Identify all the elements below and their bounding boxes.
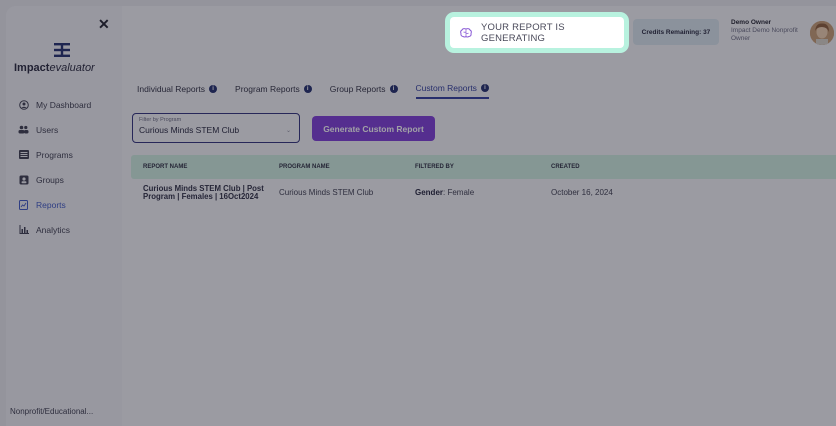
filter-key: Gender	[415, 188, 444, 197]
avatar[interactable]	[810, 21, 834, 45]
tab-group-reports[interactable]: Group Reports i	[330, 82, 398, 99]
user-circle-icon	[18, 99, 29, 110]
org-type-footer[interactable]: Nonprofit/Educational...	[10, 407, 93, 416]
filter-value: Curious Minds STEM Club	[139, 125, 240, 135]
close-icon[interactable]: ✕	[98, 16, 110, 33]
group-box-icon	[18, 174, 29, 185]
report-tabs: Individual Reports i Program Reports i G…	[137, 82, 507, 99]
sidebar-item-label: Reports	[36, 199, 66, 210]
sidebar-item-label: My Dashboard	[36, 99, 92, 110]
column-header-report-name[interactable]: REPORT NAME	[143, 155, 187, 179]
program-filter-select[interactable]: Filter by Program Curious Minds STEM Clu…	[132, 113, 300, 143]
sidebar-item-groups[interactable]: Groups	[18, 167, 91, 192]
column-header-created[interactable]: CREATED	[551, 155, 580, 179]
generate-custom-report-button[interactable]: Generate Custom Report	[312, 116, 435, 141]
tab-program-reports[interactable]: Program Reports i	[235, 82, 312, 99]
logo-icon	[54, 43, 70, 57]
tab-label: Custom Reports	[415, 83, 477, 93]
info-icon[interactable]: i	[303, 85, 312, 93]
sidebar: ✕ Impactevaluator My Dashboard Users Pro…	[6, 6, 122, 426]
info-icon[interactable]: i	[480, 84, 489, 92]
report-generating-notification: YOUR REPORT IS GENERATING	[445, 12, 629, 53]
report-icon	[18, 199, 29, 210]
tab-label: Group Reports	[329, 84, 386, 94]
sidebar-item-reports[interactable]: Reports	[18, 192, 91, 217]
table-header: REPORT NAME PROGRAM NAME FILTERED BY CRE…	[131, 155, 836, 179]
tab-label: Program Reports	[235, 84, 300, 94]
sidebar-item-label: Groups	[36, 174, 64, 185]
sidebar-item-label: Users	[36, 124, 59, 135]
sidebar-nav: My Dashboard Users Programs Groups Repor…	[18, 92, 91, 242]
app-window: ✕ Impactevaluator My Dashboard Users Pro…	[6, 6, 836, 426]
program-name-cell: Curious Minds STEM Club	[279, 188, 374, 197]
report-name-cell[interactable]: Curious Minds STEM Club | Post Program |…	[143, 185, 271, 201]
sidebar-item-programs[interactable]: Programs	[18, 142, 91, 167]
tab-custom-reports[interactable]: Custom Reports i	[415, 82, 489, 99]
users-icon	[18, 124, 29, 135]
user-info[interactable]: Demo Owner Impact Demo Nonprofit Owner	[731, 19, 798, 43]
user-name: Demo Owner	[731, 19, 772, 26]
column-header-program-name[interactable]: PROGRAM NAME	[279, 155, 330, 179]
table-row[interactable]: Curious Minds STEM Club | Post Program |…	[131, 179, 836, 209]
user-role: Owner	[731, 35, 751, 42]
user-org: Impact Demo Nonprofit	[731, 27, 798, 34]
sidebar-item-label: Analytics	[36, 224, 71, 235]
created-date-cell: October 16, 2024	[551, 188, 613, 197]
credits-remaining-badge: Credits Remaining: 37	[633, 19, 719, 45]
sidebar-item-users[interactable]: Users	[18, 117, 91, 142]
info-icon[interactable]: i	[389, 85, 398, 93]
filter-value-text: : Female	[443, 188, 475, 197]
filter-label: Filter by Program	[139, 117, 182, 123]
tab-individual-reports[interactable]: Individual Reports i	[137, 82, 218, 99]
sidebar-item-label: Programs	[36, 149, 73, 160]
chevron-down-icon: ⌄	[285, 128, 291, 134]
app-logo: Impactevaluator	[14, 62, 95, 74]
sidebar-item-my-dashboard[interactable]: My Dashboard	[18, 92, 91, 117]
brain-icon	[460, 27, 472, 38]
filtered-by-cell: Gender: Female	[415, 188, 474, 197]
column-header-filtered-by[interactable]: FILTERED BY	[415, 155, 454, 179]
list-icon	[18, 149, 29, 160]
info-icon[interactable]: i	[209, 85, 218, 93]
notification-body: YOUR REPORT IS GENERATING	[450, 17, 624, 48]
sidebar-item-analytics[interactable]: Analytics	[18, 217, 91, 242]
tab-label: Individual Reports	[137, 84, 206, 94]
notification-text: YOUR REPORT IS GENERATING	[481, 21, 565, 44]
bar-chart-icon	[18, 224, 29, 235]
